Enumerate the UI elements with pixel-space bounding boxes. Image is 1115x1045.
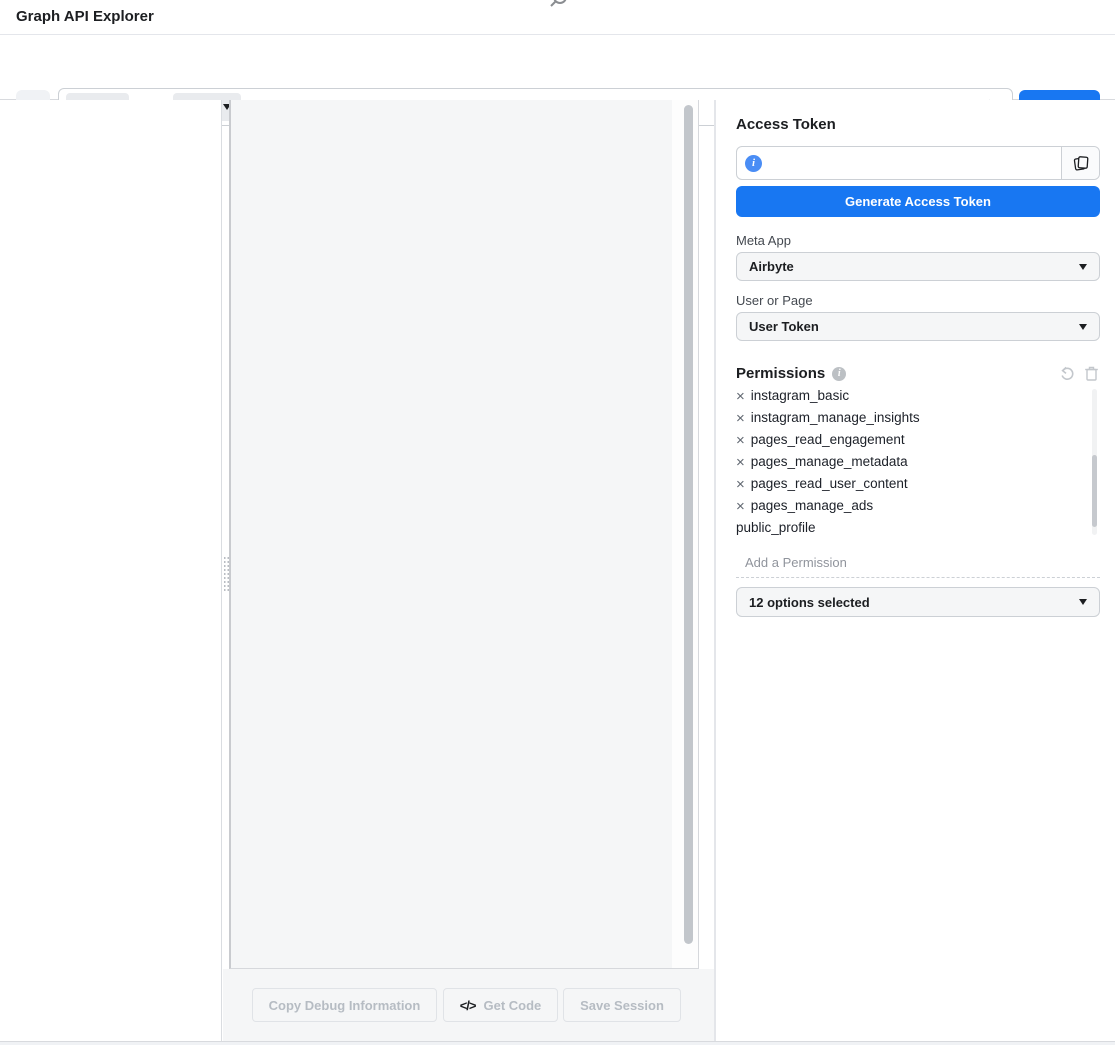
access-token-panel: Access Token i Generate Access Token Met… [716, 100, 1115, 1041]
permission-item: × instagram_basic [736, 389, 1100, 407]
page-title: Graph API Explorer [16, 8, 154, 25]
meta-app-label: Meta App [736, 233, 1100, 248]
permissions-header: Permissions i [736, 365, 1100, 382]
add-permission-field[interactable]: Add a Permission [736, 555, 1100, 578]
generate-access-token-button[interactable]: Generate Access Token [736, 186, 1100, 217]
copy-debug-information-button[interactable]: Copy Debug Information [252, 988, 437, 1022]
access-token-field: i [736, 146, 1100, 180]
page-bottom-edge [0, 1041, 1115, 1045]
permissions-list: × instagram_basic × instagram_manage_ins… [736, 389, 1100, 541]
close-icon[interactable]: × [736, 411, 745, 426]
user-or-page-select[interactable]: User Token [736, 312, 1100, 341]
permission-label: public_profile [736, 517, 816, 539]
meta-app-select[interactable]: Airbyte [736, 252, 1100, 281]
copy-icon [1072, 154, 1090, 172]
close-icon[interactable]: × [736, 389, 745, 404]
chevron-down-icon [1079, 324, 1087, 330]
options-selected-value: 12 options selected [749, 595, 870, 610]
trash-icon[interactable] [1083, 365, 1100, 382]
response-scrollbar-track[interactable] [672, 100, 698, 968]
chevron-down-icon [1079, 264, 1087, 270]
get-code-button[interactable]: </> Get Code [443, 988, 558, 1022]
get-code-label: Get Code [484, 998, 542, 1013]
close-icon[interactable]: × [736, 433, 745, 448]
request-toolbar: GET → / v15.0 / ★ Submit [0, 35, 1115, 100]
session-footer-bar: Copy Debug Information </> Get Code Save… [223, 969, 714, 1041]
chevron-down-icon [1079, 599, 1087, 605]
access-token-heading: Access Token [736, 116, 1100, 133]
graph-api-explorer-app: Graph API Explorer GET → / v15.0 / [0, 0, 1115, 1045]
response-scrollbar-thumb[interactable] [684, 105, 693, 944]
permission-item: × pages_read_engagement [736, 429, 1100, 451]
close-icon[interactable]: × [736, 477, 745, 492]
top-bar: Graph API Explorer [0, 0, 1115, 35]
access-token-input[interactable] [762, 147, 1061, 179]
permissions-scrollbar-thumb[interactable] [1092, 455, 1097, 527]
permission-label: pages_manage_ads [751, 495, 873, 517]
user-or-page-label: User or Page [736, 293, 1100, 308]
search-icon[interactable] [547, 0, 571, 10]
permissions-scrollbar-track[interactable] [1092, 389, 1097, 535]
permissions-heading: Permissions [736, 365, 825, 382]
permission-label: pages_manage_metadata [751, 451, 908, 473]
permission-item: × pages_read_user_content [736, 473, 1100, 495]
meta-app-selected-value: Airbyte [749, 259, 794, 274]
left-sidebar-panel [0, 100, 222, 1041]
info-icon[interactable]: i [832, 367, 846, 381]
user-or-page-selected-value: User Token [749, 319, 819, 334]
info-icon[interactable]: i [745, 155, 762, 172]
copy-debug-label: Copy Debug Information [269, 998, 421, 1013]
add-permission-placeholder: Add a Permission [736, 555, 1100, 576]
code-icon: </> [460, 998, 476, 1013]
close-icon[interactable]: × [736, 455, 745, 470]
options-selected-dropdown[interactable]: 12 options selected [736, 587, 1100, 617]
permission-item: public_profile [736, 517, 1100, 539]
permission-label: pages_read_engagement [751, 429, 905, 451]
permission-label: instagram_manage_insights [751, 407, 920, 429]
permission-item: × pages_manage_metadata [736, 451, 1100, 473]
undo-icon[interactable] [1059, 365, 1076, 382]
response-panel [229, 100, 699, 969]
save-session-label: Save Session [580, 998, 664, 1013]
save-session-button[interactable]: Save Session [563, 988, 681, 1022]
copy-token-button[interactable] [1061, 147, 1099, 179]
permission-label: pages_read_user_content [751, 473, 908, 495]
permission-label: instagram_basic [751, 389, 849, 407]
close-icon[interactable]: × [736, 499, 745, 514]
permission-item: × pages_manage_ads [736, 495, 1100, 517]
permission-item: × instagram_manage_insights [736, 407, 1100, 429]
